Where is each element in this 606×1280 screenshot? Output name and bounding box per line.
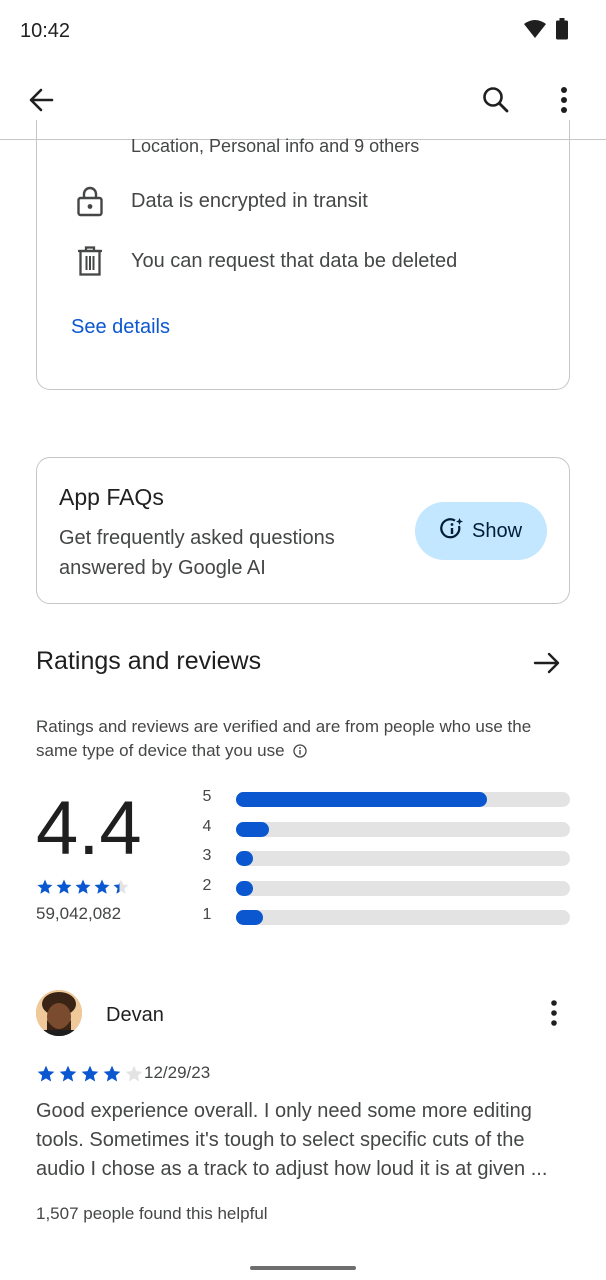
status-bar: 10:42 xyxy=(0,0,606,62)
rating-bar-1: 1 xyxy=(200,906,572,926)
rating-bar-label: 1 xyxy=(202,906,212,924)
star-icon xyxy=(125,1065,143,1082)
review-stars xyxy=(36,1064,144,1084)
rating-bar-track xyxy=(236,792,570,807)
rating-bar-fill xyxy=(236,880,253,896)
review-more-icon[interactable] xyxy=(542,998,566,1028)
star-icon xyxy=(103,1065,121,1082)
rating-bar-label: 3 xyxy=(202,847,212,865)
ai-sparkle-icon xyxy=(440,517,464,546)
rating-bar-label: 4 xyxy=(202,817,212,835)
rating-bar-2: 2 xyxy=(200,877,572,897)
rating-bar-label: 5 xyxy=(202,788,212,805)
status-icons xyxy=(524,18,568,45)
rating-bar-track xyxy=(236,851,570,867)
rating-bar-3: 3 xyxy=(200,847,572,867)
star-icon xyxy=(59,1065,77,1082)
star-icon xyxy=(113,879,129,894)
trash-icon xyxy=(75,246,105,276)
reviewer-name: Devan xyxy=(106,1004,164,1026)
status-time: 10:42 xyxy=(20,20,71,42)
average-stars xyxy=(36,878,130,896)
rating-bar-fill xyxy=(236,792,487,807)
data-safety-card: Location, Personal info and 9 others Dat… xyxy=(36,120,570,390)
safety-item-text: Data is encrypted in transit xyxy=(131,189,368,212)
faq-title: App FAQs xyxy=(59,484,164,510)
rating-bar-track xyxy=(236,880,570,896)
helpful-count: 1,507 people found this helpful xyxy=(36,1204,268,1223)
star-icon xyxy=(75,879,91,894)
arrow-forward-icon[interactable] xyxy=(532,648,562,678)
search-icon[interactable] xyxy=(478,82,514,118)
wifi-icon xyxy=(524,19,546,44)
rating-bar-track xyxy=(236,821,570,837)
home-indicator[interactable] xyxy=(250,1266,356,1270)
rating-bar-label: 2 xyxy=(202,876,212,894)
review-date: 12/29/23 xyxy=(144,1063,211,1082)
star-icon xyxy=(37,879,53,894)
data-shared-summary: Location, Personal info and 9 others xyxy=(131,136,420,156)
rating-bar-4: 4 xyxy=(200,818,572,838)
info-icon[interactable] xyxy=(293,741,307,765)
avatar xyxy=(36,990,82,1036)
lock-icon xyxy=(75,186,105,217)
battery-icon xyxy=(556,18,568,45)
star-icon xyxy=(94,879,110,894)
safety-item-encrypted: Data is encrypted in transit xyxy=(75,186,368,217)
see-details-link[interactable]: See details xyxy=(71,316,170,339)
star-icon xyxy=(37,1065,55,1082)
rating-bar-fill xyxy=(236,910,263,926)
show-faq-button[interactable]: Show xyxy=(415,502,547,560)
app-faqs-card: App FAQs Get frequently asked questions … xyxy=(36,457,570,604)
faq-description: Get frequently asked questions answered … xyxy=(59,527,335,579)
safety-item-deletion: You can request that data be deleted xyxy=(75,246,457,276)
review-text: Good experience overall. I only need som… xyxy=(36,1100,548,1180)
rating-bar-fill xyxy=(236,851,253,867)
ratings-note: Ratings and reviews are verified and are… xyxy=(36,715,576,765)
star-icon xyxy=(56,879,72,894)
back-arrow-icon[interactable] xyxy=(24,82,60,118)
ratings-note-text: Ratings and reviews are verified and are… xyxy=(36,717,532,760)
rating-bar-fill xyxy=(236,821,270,837)
ratings-section-title: Ratings and reviews xyxy=(36,647,262,675)
rating-bar-5: 5 xyxy=(200,788,572,808)
star-icon xyxy=(81,1065,99,1082)
safety-item-text: You can request that data be deleted xyxy=(131,249,458,272)
show-button-label: Show xyxy=(471,519,523,542)
rating-bar-track xyxy=(236,910,570,926)
average-rating: 4.4 xyxy=(36,786,142,871)
more-vert-icon[interactable] xyxy=(546,82,582,118)
rating-count: 59,042,082 xyxy=(36,904,122,923)
